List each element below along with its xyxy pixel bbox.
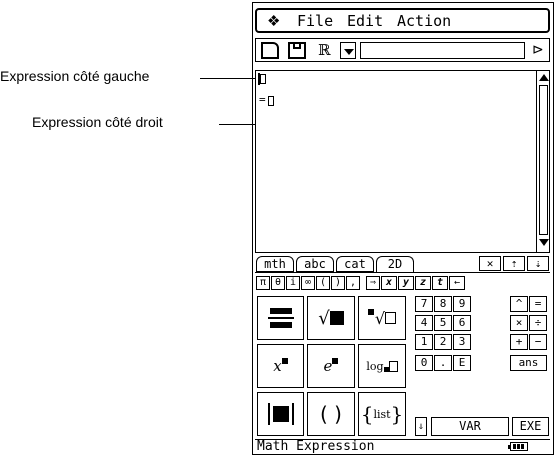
scroll-down-icon[interactable]: [539, 239, 549, 246]
key-8[interactable]: 8: [434, 296, 452, 312]
symbol-z[interactable]: z: [415, 276, 431, 290]
log-template-icon[interactable]: log: [358, 344, 406, 388]
dropdown-icon[interactable]: [340, 42, 356, 59]
scroll-right-icon[interactable]: ⊳: [532, 41, 544, 58]
key-ans[interactable]: ans: [510, 355, 547, 371]
toolbar: ℝ ⊳: [255, 38, 550, 62]
tab-abc[interactable]: abc: [296, 256, 334, 272]
equals-sign: =: [259, 93, 266, 106]
menu-arrow-icon[interactable]: ❖: [267, 12, 280, 30]
symbol-row: π θ i ∞ ( ) , ⇒ x y z t ←: [255, 275, 550, 291]
key-5[interactable]: 5: [434, 315, 452, 331]
callout-right-line: [219, 124, 255, 125]
log-label: log: [366, 359, 384, 373]
list-template-icon[interactable]: {list}: [358, 392, 406, 436]
tab-2d[interactable]: 2D: [376, 256, 414, 272]
right-expression-box[interactable]: [268, 96, 274, 106]
key-decimal[interactable]: .: [434, 355, 452, 371]
clear-icon[interactable]: ✕: [479, 256, 501, 271]
list-label: list: [373, 407, 391, 421]
toolbar-empty-area: [360, 42, 525, 59]
menu-file[interactable]: File: [297, 12, 333, 30]
key-6[interactable]: 6: [453, 315, 471, 331]
paren-label: ( ): [320, 402, 342, 426]
vertical-scrollbar[interactable]: [536, 71, 550, 253]
key-multiply[interactable]: ×: [510, 315, 528, 331]
symbol-x[interactable]: x: [381, 276, 397, 290]
up-icon[interactable]: ⇡: [503, 256, 525, 271]
tab-cat[interactable]: cat: [336, 256, 374, 272]
symbol-theta[interactable]: θ: [271, 276, 285, 290]
scroll-track[interactable]: [539, 85, 548, 235]
exp-label: e: [323, 357, 333, 375]
sqrt-template-icon[interactable]: √: [307, 296, 355, 340]
key-equals[interactable]: =: [529, 296, 547, 312]
template-keypad: √ √ x e log ( ) {list}: [255, 294, 410, 439]
key-1[interactable]: 1: [415, 334, 433, 350]
status-bar: Math Expression: [255, 439, 550, 454]
left-expression-box[interactable]: [260, 74, 266, 84]
scroll-up-icon[interactable]: [539, 74, 549, 81]
power-label: x: [273, 357, 282, 375]
callout-left-expression: Expression côté gauche: [0, 68, 150, 84]
work-area[interactable]: =: [255, 70, 550, 253]
key-3[interactable]: 3: [453, 334, 471, 350]
key-4[interactable]: 4: [415, 315, 433, 331]
symbol-i[interactable]: i: [286, 276, 300, 290]
paren-template-icon[interactable]: ( ): [307, 392, 355, 436]
exp-template-icon[interactable]: e: [307, 344, 355, 388]
power-template-icon[interactable]: x: [257, 344, 304, 388]
symbol-infinity[interactable]: ∞: [301, 276, 315, 290]
symbol-y[interactable]: y: [398, 276, 414, 290]
keyboard-toggle-icon[interactable]: ⇓: [415, 417, 427, 436]
symbol-pi[interactable]: π: [256, 276, 270, 290]
symbol-open-paren[interactable]: (: [316, 276, 330, 290]
symbol-close-paren[interactable]: ): [331, 276, 345, 290]
menu-action[interactable]: Action: [397, 12, 451, 30]
symbol-implies[interactable]: ⇒: [366, 276, 380, 290]
menu-bar: ❖ File Edit Action: [255, 8, 550, 33]
key-2[interactable]: 2: [434, 334, 452, 350]
key-divide[interactable]: ÷: [529, 315, 547, 331]
key-plus[interactable]: +: [510, 334, 528, 350]
fraction-template-icon[interactable]: [257, 296, 304, 340]
key-7[interactable]: 7: [415, 296, 433, 312]
real-mode-icon[interactable]: ℝ: [318, 41, 330, 59]
backspace-key[interactable]: ←: [449, 276, 465, 290]
number-keypad: 7 8 9 ^ = 4 5 6 × ÷ 1 2 3 + − 0 . E ans: [415, 294, 550, 421]
symbol-t[interactable]: t: [432, 276, 448, 290]
abs-template-icon[interactable]: [257, 392, 304, 436]
key-power[interactable]: ^: [510, 296, 528, 312]
nth-root-template-icon[interactable]: √: [358, 296, 406, 340]
save-icon[interactable]: [288, 42, 306, 59]
tab-baseline: [255, 272, 550, 273]
menu-edit[interactable]: Edit: [347, 12, 383, 30]
key-minus[interactable]: −: [529, 334, 547, 350]
enter-icon[interactable]: ⇣: [527, 256, 549, 271]
key-exponent[interactable]: E: [453, 355, 471, 371]
var-key[interactable]: VAR: [431, 417, 509, 436]
tab-mth[interactable]: mth: [256, 256, 294, 272]
key-0[interactable]: 0: [415, 355, 433, 371]
key-9[interactable]: 9: [453, 296, 471, 312]
battery-icon: [508, 442, 528, 451]
callout-left-line: [200, 78, 255, 79]
exe-key[interactable]: EXE: [512, 417, 549, 436]
callout-right-expression: Expression côté droit: [32, 114, 163, 130]
new-file-icon[interactable]: [261, 42, 279, 59]
symbol-comma[interactable]: ,: [346, 276, 360, 290]
status-text: Math Expression: [257, 439, 375, 454]
